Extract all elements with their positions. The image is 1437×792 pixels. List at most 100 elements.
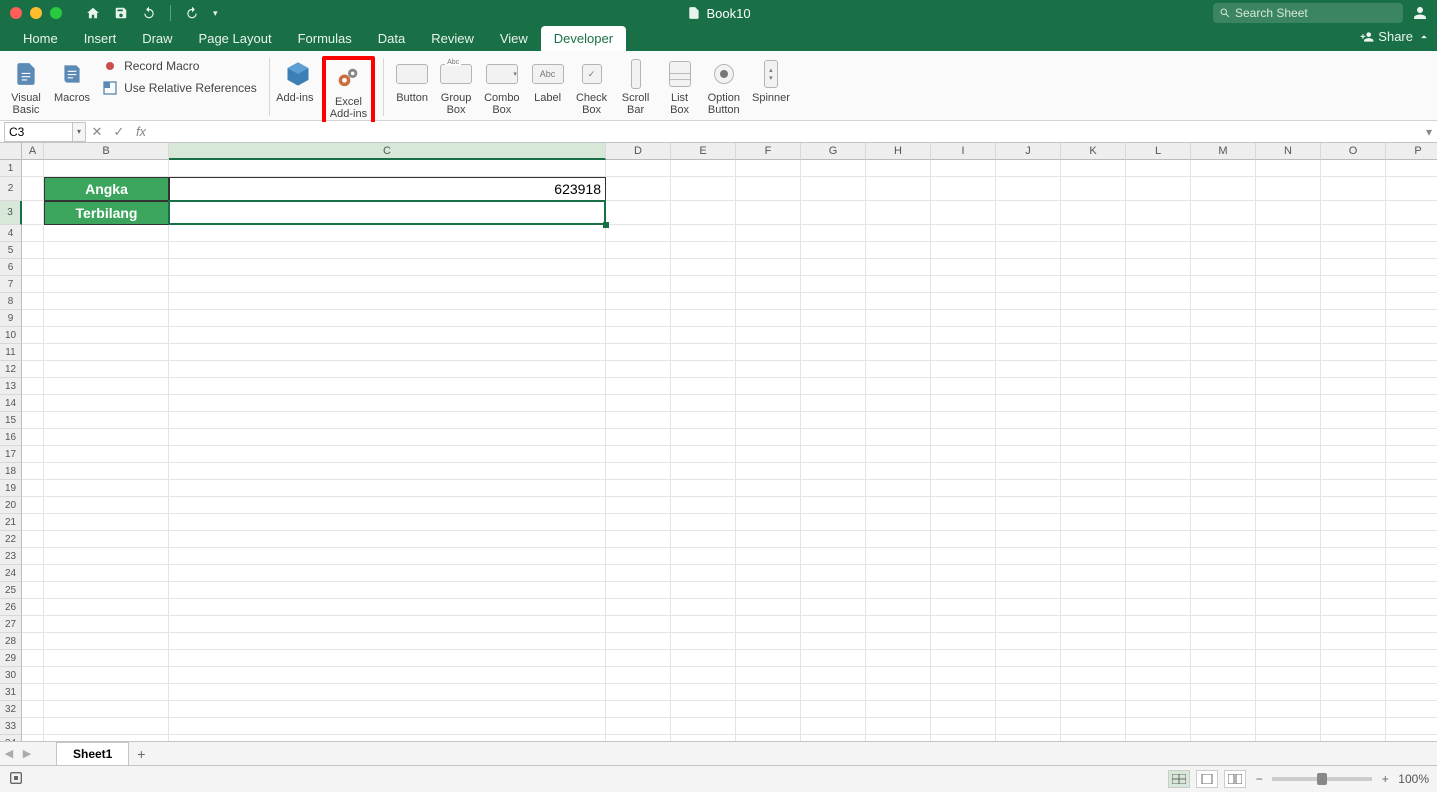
add-sheet-button[interactable]: + xyxy=(129,746,153,762)
cell-L16[interactable] xyxy=(1126,429,1191,446)
cell-F30[interactable] xyxy=(736,667,801,684)
cell-P26[interactable] xyxy=(1386,599,1437,616)
column-header-M[interactable]: M xyxy=(1191,143,1256,160)
cell-B23[interactable] xyxy=(44,548,169,565)
macro-status-icon[interactable] xyxy=(8,770,24,786)
cell-F1[interactable] xyxy=(736,160,801,177)
cell-D5[interactable] xyxy=(606,242,671,259)
cell-N6[interactable] xyxy=(1256,259,1321,276)
cell-E10[interactable] xyxy=(671,327,736,344)
cell-B32[interactable] xyxy=(44,701,169,718)
cell-F25[interactable] xyxy=(736,582,801,599)
cell-G27[interactable] xyxy=(801,616,866,633)
cell-I19[interactable] xyxy=(931,480,996,497)
cell-A10[interactable] xyxy=(22,327,44,344)
cell-I12[interactable] xyxy=(931,361,996,378)
cell-L3[interactable] xyxy=(1126,201,1191,225)
cell-K10[interactable] xyxy=(1061,327,1126,344)
cell-H6[interactable] xyxy=(866,259,931,276)
cell-A17[interactable] xyxy=(22,446,44,463)
page-layout-view-button[interactable] xyxy=(1196,770,1218,788)
cell-O21[interactable] xyxy=(1321,514,1386,531)
row-header-28[interactable]: 28 xyxy=(0,633,22,650)
cell-A12[interactable] xyxy=(22,361,44,378)
cell-L28[interactable] xyxy=(1126,633,1191,650)
cell-N16[interactable] xyxy=(1256,429,1321,446)
cell-B33[interactable] xyxy=(44,718,169,735)
cell-F32[interactable] xyxy=(736,701,801,718)
row-header-1[interactable]: 1 xyxy=(0,160,22,177)
cell-K32[interactable] xyxy=(1061,701,1126,718)
cell-L9[interactable] xyxy=(1126,310,1191,327)
combo-box-button[interactable]: ▾ComboBox xyxy=(480,56,523,118)
cell-H27[interactable] xyxy=(866,616,931,633)
cell-E13[interactable] xyxy=(671,378,736,395)
row-header-16[interactable]: 16 xyxy=(0,429,22,446)
cell-A25[interactable] xyxy=(22,582,44,599)
cell-P20[interactable] xyxy=(1386,497,1437,514)
cell-B6[interactable] xyxy=(44,259,169,276)
cell-M18[interactable] xyxy=(1191,463,1256,480)
cell-D1[interactable] xyxy=(606,160,671,177)
cell-P23[interactable] xyxy=(1386,548,1437,565)
cell-D32[interactable] xyxy=(606,701,671,718)
cell-A19[interactable] xyxy=(22,480,44,497)
cell-O16[interactable] xyxy=(1321,429,1386,446)
cell-F23[interactable] xyxy=(736,548,801,565)
cell-P18[interactable] xyxy=(1386,463,1437,480)
cell-F14[interactable] xyxy=(736,395,801,412)
cell-M11[interactable] xyxy=(1191,344,1256,361)
row-header-29[interactable]: 29 xyxy=(0,650,22,667)
cell-O17[interactable] xyxy=(1321,446,1386,463)
cell-O31[interactable] xyxy=(1321,684,1386,701)
cell-I23[interactable] xyxy=(931,548,996,565)
cell-G1[interactable] xyxy=(801,160,866,177)
cell-F5[interactable] xyxy=(736,242,801,259)
row-header-23[interactable]: 23 xyxy=(0,548,22,565)
cell-M22[interactable] xyxy=(1191,531,1256,548)
cell-K22[interactable] xyxy=(1061,531,1126,548)
cell-H16[interactable] xyxy=(866,429,931,446)
undo-icon[interactable] xyxy=(142,6,156,20)
cell-E26[interactable] xyxy=(671,599,736,616)
cell-A31[interactable] xyxy=(22,684,44,701)
cell-K28[interactable] xyxy=(1061,633,1126,650)
cell-B13[interactable] xyxy=(44,378,169,395)
cell-B16[interactable] xyxy=(44,429,169,446)
cell-F9[interactable] xyxy=(736,310,801,327)
cell-M23[interactable] xyxy=(1191,548,1256,565)
cell-E11[interactable] xyxy=(671,344,736,361)
cell-C25[interactable] xyxy=(169,582,606,599)
cell-N9[interactable] xyxy=(1256,310,1321,327)
cell-B26[interactable] xyxy=(44,599,169,616)
cell-H33[interactable] xyxy=(866,718,931,735)
cell-H14[interactable] xyxy=(866,395,931,412)
cell-O29[interactable] xyxy=(1321,650,1386,667)
cell-D28[interactable] xyxy=(606,633,671,650)
zoom-thumb[interactable] xyxy=(1317,773,1327,785)
cell-G20[interactable] xyxy=(801,497,866,514)
cell-E28[interactable] xyxy=(671,633,736,650)
cell-I6[interactable] xyxy=(931,259,996,276)
name-box-dropdown[interactable]: ▾ xyxy=(72,122,86,142)
cell-K7[interactable] xyxy=(1061,276,1126,293)
cell-J24[interactable] xyxy=(996,565,1061,582)
cell-G4[interactable] xyxy=(801,225,866,242)
cell-J6[interactable] xyxy=(996,259,1061,276)
cell-N10[interactable] xyxy=(1256,327,1321,344)
cell-D3[interactable] xyxy=(606,201,671,225)
cell-J21[interactable] xyxy=(996,514,1061,531)
cell-H25[interactable] xyxy=(866,582,931,599)
cell-K25[interactable] xyxy=(1061,582,1126,599)
row-header-13[interactable]: 13 xyxy=(0,378,22,395)
column-header-K[interactable]: K xyxy=(1061,143,1126,160)
cell-H26[interactable] xyxy=(866,599,931,616)
cell-J18[interactable] xyxy=(996,463,1061,480)
cell-D2[interactable] xyxy=(606,177,671,201)
cell-I13[interactable] xyxy=(931,378,996,395)
cells-area[interactable]: Angka623918Terbilang xyxy=(22,160,1437,765)
column-header-D[interactable]: D xyxy=(606,143,671,160)
expand-formula-bar[interactable]: ▾ xyxy=(1421,125,1437,139)
cell-J23[interactable] xyxy=(996,548,1061,565)
cell-E29[interactable] xyxy=(671,650,736,667)
